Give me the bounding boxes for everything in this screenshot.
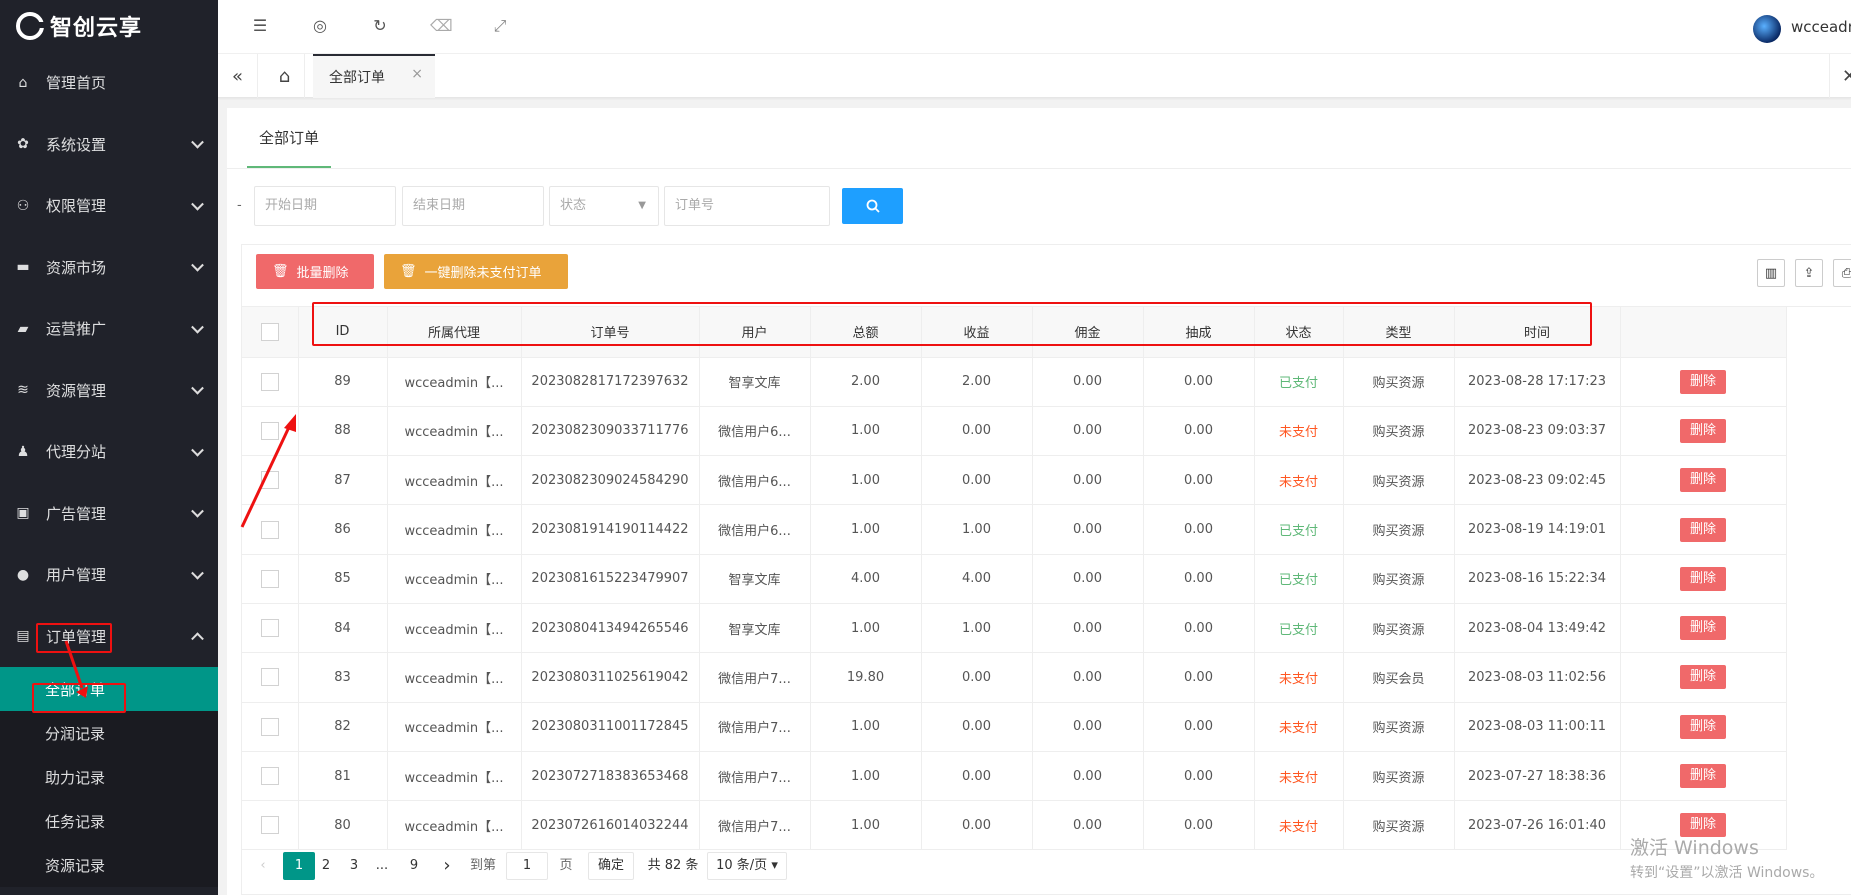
annotation-arrowhead-2 [284,414,296,432]
annotation-arrow-1 [64,640,84,689]
annotation-arrow-2 [240,424,292,528]
admin-app: { "brand": "智创云享", "sidebar": { "items":… [0,0,1851,895]
annotation-arrows [64,414,296,698]
